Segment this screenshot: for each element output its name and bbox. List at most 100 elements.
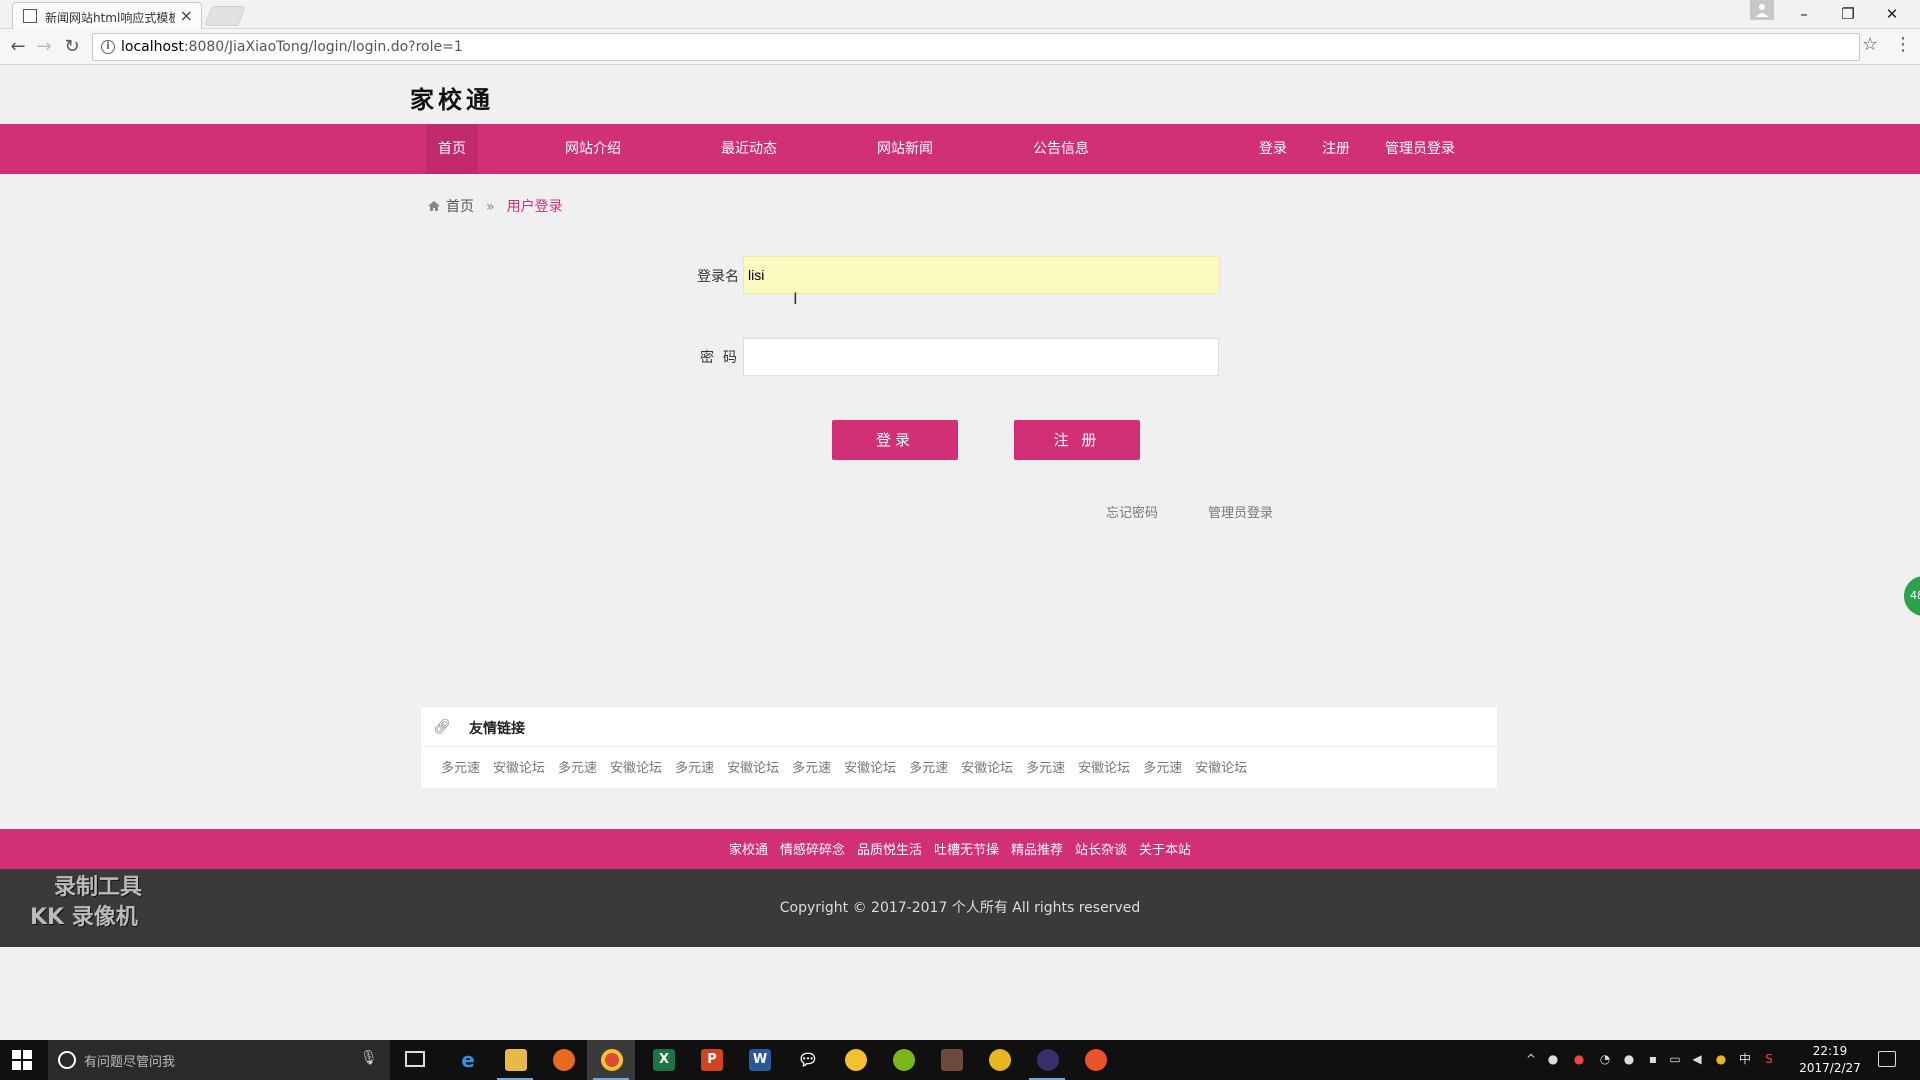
friend-link[interactable]: 安徽论坛: [1078, 761, 1130, 776]
tray-battery-icon[interactable]: ▭: [1668, 1052, 1682, 1066]
tray-globe-icon[interactable]: ●: [1622, 1052, 1636, 1066]
login-button[interactable]: 登录: [832, 420, 958, 460]
browser-menu-icon[interactable]: ⋮: [1894, 34, 1912, 55]
tray-red-icon[interactable]: ●: [1572, 1052, 1586, 1066]
taskbar-search[interactable]: 有问题尽管问我 🎙︎: [48, 1040, 390, 1080]
restore-icon[interactable]: ❐: [1828, 2, 1868, 26]
excel-icon[interactable]: X: [639, 1040, 687, 1080]
task-view-icon[interactable]: [405, 1051, 425, 1067]
breadcrumb-separator: »: [486, 199, 495, 215]
password-label: 密 码: [700, 350, 737, 366]
friend-link[interactable]: 安徽论坛: [727, 761, 779, 776]
tray-network-icon[interactable]: ◔: [1598, 1052, 1612, 1066]
browser-tab[interactable]: 新闻网站html响应式模板 ×: [12, 2, 202, 29]
admin-login-link[interactable]: 管理员登录: [1208, 502, 1273, 521]
clock-date: 2017/2/27: [1799, 1061, 1861, 1075]
yellow-app-icon[interactable]: [975, 1040, 1023, 1080]
friend-link[interactable]: 多元速: [909, 761, 948, 776]
friend-link[interactable]: 多元速: [1026, 761, 1065, 776]
friend-link[interactable]: 安徽论坛: [844, 761, 896, 776]
web-page: 家校通 首页 网站介绍 最近动态 网站新闻 公告信息 登录 注册 管理员登录 首…: [0, 66, 1920, 1040]
password-input[interactable]: [743, 338, 1219, 376]
ime-indicator[interactable]: 中: [1738, 1052, 1752, 1066]
breadcrumb-current: 用户登录: [506, 199, 563, 215]
cortana-icon: [58, 1051, 76, 1069]
friend-link[interactable]: 多元速: [441, 761, 480, 776]
footer-link[interactable]: 吐槽无节操: [934, 843, 999, 858]
friend-link[interactable]: 多元速: [675, 761, 714, 776]
firefox-icon[interactable]: [539, 1040, 587, 1080]
breadcrumb-home[interactable]: 首页: [446, 199, 474, 215]
nav-admin-login-link[interactable]: 管理员登录: [1385, 124, 1455, 174]
nav-login-link[interactable]: 登录: [1259, 124, 1287, 174]
minimize-icon[interactable]: –: [1784, 2, 1824, 26]
nav-item-news[interactable]: 网站新闻: [877, 124, 933, 174]
friend-link[interactable]: 安徽论坛: [493, 761, 545, 776]
taskbar-clock[interactable]: 22:19 2017/2/27: [1780, 1043, 1880, 1077]
powerpoint-icon[interactable]: P: [687, 1040, 735, 1080]
nav-item-recent[interactable]: 最近动态: [721, 124, 777, 174]
username-input[interactable]: [743, 256, 1220, 294]
friend-link[interactable]: 多元速: [558, 761, 597, 776]
forgot-password-link[interactable]: 忘记密码: [1106, 502, 1158, 521]
friend-link[interactable]: 多元速: [1143, 761, 1182, 776]
friend-links-panel: 🔗︎ 友情链接 多元速 安徽论坛 多元速 安徽论坛 多元速 安徽论坛 多元速 安徽论坛 多元速安…: [420, 706, 1498, 789]
back-icon[interactable]: ←: [6, 35, 30, 59]
footer-link[interactable]: 情感碎碎念: [780, 843, 845, 858]
tray-volume-icon[interactable]: ◀: [1690, 1052, 1704, 1066]
url-bar[interactable]: i localhost:8080/JiaXiaoTong/login/login…: [92, 33, 1860, 61]
friend-link[interactable]: 安徽论坛: [1195, 761, 1247, 776]
reload-icon[interactable]: ↻: [60, 35, 84, 59]
footer-link[interactable]: 站长杂谈: [1075, 843, 1127, 858]
recorder-app-icon[interactable]: [1071, 1040, 1119, 1080]
friend-link[interactable]: 安徽论坛: [610, 761, 662, 776]
new-tab-button[interactable]: [204, 6, 246, 26]
file-explorer-icon[interactable]: [491, 1040, 539, 1080]
notification-center-icon[interactable]: [1878, 1051, 1896, 1067]
tray-usb-icon[interactable]: ▪: [1646, 1052, 1660, 1066]
copyright-text: Copyright © 2017-2017 个人所有 All rights re…: [779, 900, 1141, 916]
footer-bottom: 录制工具 KK 录像机 Copyright © 2017-2017 个人所有 A…: [0, 869, 1920, 947]
windows-start-icon[interactable]: [12, 1050, 32, 1070]
site-logo[interactable]: 家校通: [410, 80, 494, 115]
taskbar: 有问题尽管问我 🎙︎ e X P W 💬︎ ^ ● ● ◔ ● ▪ ▭ ◀ ● …: [0, 1040, 1920, 1080]
nav-register-link[interactable]: 注册: [1322, 124, 1350, 174]
tray-yellow-icon[interactable]: ●: [1714, 1052, 1728, 1066]
footer-link[interactable]: 家校通: [729, 843, 768, 858]
address-toolbar: ← → ↻ i localhost:8080/JiaXiaoTong/login…: [0, 29, 1920, 65]
nav-item-notices[interactable]: 公告信息: [1033, 124, 1089, 174]
profile-icon[interactable]: [1750, 0, 1774, 20]
friend-link[interactable]: 安徽论坛: [961, 761, 1013, 776]
footer-link[interactable]: 品质悦生活: [857, 843, 922, 858]
username-label: 登录名: [697, 269, 739, 285]
friend-links-title: 友情链接: [469, 721, 525, 737]
page-favicon-icon: [23, 9, 37, 23]
forward-icon[interactable]: →: [32, 35, 56, 59]
qq-icon[interactable]: [831, 1040, 879, 1080]
chrome-icon[interactable]: [587, 1040, 635, 1080]
nav-item-home[interactable]: 首页: [426, 124, 478, 174]
microphone-icon[interactable]: 🎙︎: [360, 1050, 378, 1066]
tray-wechat-icon[interactable]: ●: [1546, 1052, 1560, 1066]
bookmark-star-icon[interactable]: ☆: [1862, 34, 1878, 55]
eclipse-icon[interactable]: [1023, 1040, 1071, 1080]
green-app-icon[interactable]: [879, 1040, 927, 1080]
wechat-icon[interactable]: 💬︎: [783, 1040, 831, 1080]
footer-link[interactable]: 关于本站: [1139, 843, 1191, 858]
tool-app-icon[interactable]: [927, 1040, 975, 1080]
register-button[interactable]: 注 册: [1014, 420, 1140, 460]
url-text: localhost:8080/JiaXiaoTong/login/login.d…: [121, 39, 463, 55]
close-tab-icon[interactable]: ×: [180, 6, 193, 25]
edge-icon[interactable]: e: [443, 1040, 491, 1080]
tray-expand-icon[interactable]: ^: [1524, 1052, 1538, 1066]
floating-speed-badge[interactable]: 48: [1902, 574, 1920, 618]
close-window-icon[interactable]: ✕: [1872, 2, 1912, 26]
info-icon[interactable]: i: [101, 40, 115, 54]
footer-link[interactable]: 精品推荐: [1011, 843, 1063, 858]
friend-link[interactable]: 多元速: [792, 761, 831, 776]
tray-sogou-icon[interactable]: S: [1762, 1052, 1776, 1066]
nav-item-about[interactable]: 网站介绍: [565, 124, 621, 174]
text-cursor-icon: I: [793, 289, 798, 308]
word-icon[interactable]: W: [735, 1040, 783, 1080]
footer-nav: 家校通 情感碎碎念 品质悦生活 吐槽无节操 精品推荐 站长杂谈 关于本站: [0, 829, 1920, 869]
